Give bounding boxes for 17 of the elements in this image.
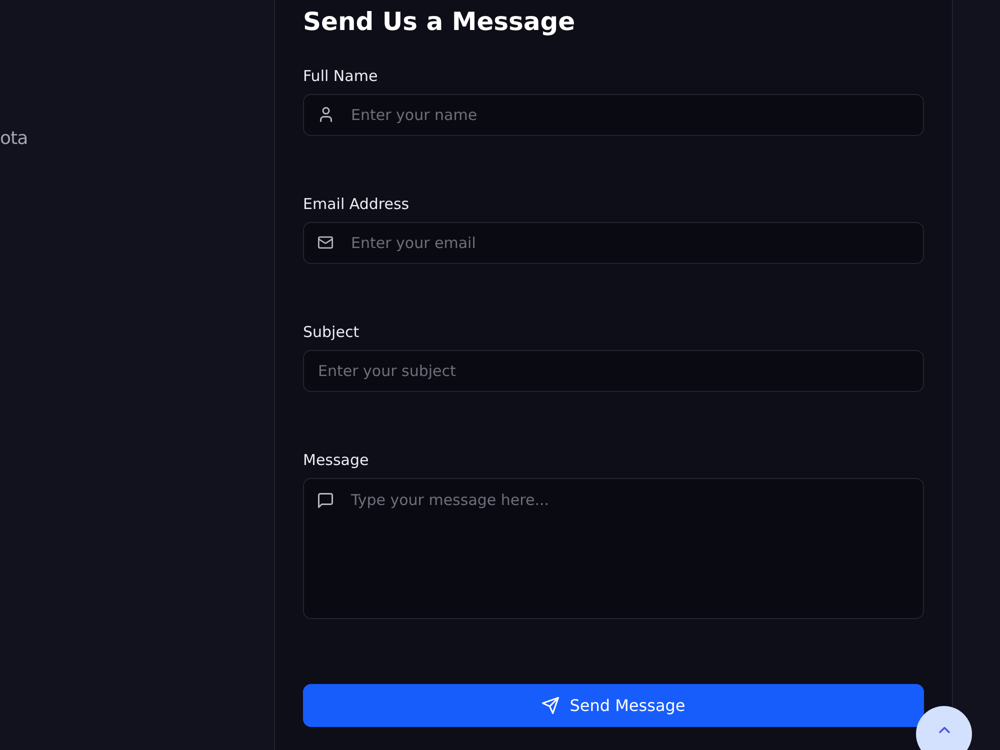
chevron-up-icon [938,727,950,733]
send-button[interactable]: Send Message [303,684,924,727]
textarea-field[interactable]: Type your message here... [303,478,924,619]
user-icon [320,107,332,122]
field-label: Full Name [303,66,378,87]
speech-bubble-icon [318,493,333,508]
form-title: Send Us a Message [303,6,576,38]
input-field[interactable]: Enter your email [303,222,924,264]
scroll-top-button[interactable] [916,706,972,750]
input-field[interactable]: Enter your subject [303,350,924,392]
paper-plane-icon [542,697,559,714]
mail-icon [318,235,333,250]
sidebar-text: ota [0,127,28,151]
input-field[interactable]: Enter your name [303,94,924,136]
field-label: Message [303,450,369,471]
field-label: Subject [303,322,360,343]
field-label: Email Address [303,194,410,215]
